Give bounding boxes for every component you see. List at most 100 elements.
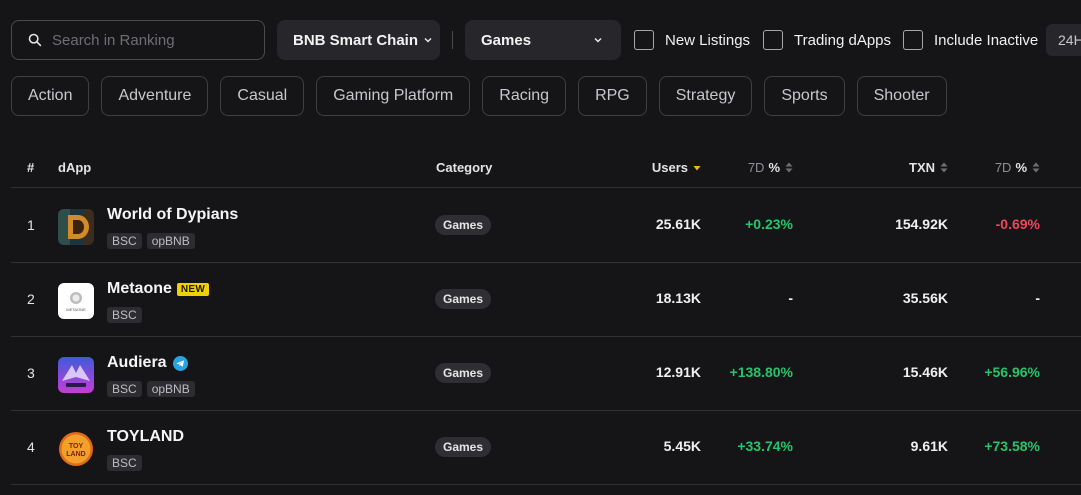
- users-value: 25.61K: [655, 216, 701, 232]
- chain-tags: BSC: [107, 455, 142, 471]
- period-select[interactable]: 24H: [1046, 24, 1081, 56]
- dapp-name-line: Audiera: [107, 354, 188, 372]
- chevron-down-icon: [594, 37, 602, 43]
- txn-value: 9.61K: [910, 438, 948, 454]
- checkbox-box[interactable]: [903, 30, 923, 50]
- header-dapp: dApp: [58, 160, 92, 175]
- ranking-page: BNB Smart Chain Games New Listings Tradi…: [0, 0, 1081, 495]
- category-pill: Games: [435, 363, 492, 383]
- table-header: # dApp Category Users 7D % TXN 7D %: [11, 150, 1081, 188]
- chain-tags: BSC opBNB: [107, 233, 195, 249]
- chip-shooter[interactable]: Shooter: [856, 76, 947, 116]
- users-7d-change: -: [788, 290, 793, 306]
- header-txn-7d[interactable]: 7D %: [995, 160, 1040, 175]
- chain-tags: BSC opBNB: [107, 381, 195, 397]
- new-listings-label: New Listings: [665, 31, 751, 49]
- include-inactive-label: Include Inactive: [934, 31, 1039, 49]
- chip-racing[interactable]: Racing: [482, 76, 567, 116]
- header-txn-7d-pct: %: [1015, 160, 1027, 175]
- filter-divider: [452, 31, 453, 49]
- category-select-label: Games: [481, 31, 532, 49]
- header-users-7d-prefix: 7D: [747, 160, 765, 175]
- sort-desc-icon: [693, 166, 701, 171]
- header-users-7d[interactable]: 7D %: [748, 160, 793, 175]
- metaone-logo-text: METAONE: [66, 307, 86, 312]
- txn-7d-change: -0.69%: [995, 216, 1040, 232]
- header-users[interactable]: Users: [652, 160, 701, 175]
- row-rank: 1: [27, 217, 35, 233]
- dapp-name[interactable]: Metaone: [107, 280, 172, 298]
- chip-casual[interactable]: Casual: [220, 76, 305, 116]
- txn-7d-change: -: [1035, 290, 1040, 306]
- chain-tag: BSC: [107, 455, 142, 471]
- dapp-name-line: World of Dypians: [107, 206, 238, 224]
- users-value: 18.13K: [655, 290, 701, 306]
- period-label: 24H: [1058, 32, 1081, 48]
- users-7d-change: +0.23%: [745, 216, 793, 232]
- chip-strategy[interactable]: Strategy: [658, 76, 753, 116]
- dapp-name-line: TOYLAND: [107, 428, 184, 446]
- table-row[interactable]: 2 METAONE Metaone NEW BSC Games 18.13K -…: [11, 263, 1081, 337]
- new-listings-checkbox[interactable]: New Listings: [634, 30, 750, 50]
- search-input[interactable]: [52, 31, 252, 49]
- search-box[interactable]: [11, 20, 265, 60]
- include-inactive-checkbox[interactable]: Include Inactive: [903, 30, 1038, 50]
- dapp-name[interactable]: TOYLAND: [107, 428, 184, 446]
- chain-tag: BSC: [107, 381, 142, 397]
- table-row[interactable]: 3 Audiera BSC opBNB Games 12.91K +138.80…: [11, 337, 1081, 411]
- toyland-logo: TOY LAND: [58, 431, 94, 467]
- sort-icon: [785, 162, 793, 173]
- category-select[interactable]: Games: [465, 20, 621, 60]
- chain-tag: BSC: [107, 307, 142, 323]
- dapp-name-line: Metaone NEW: [107, 280, 210, 298]
- dapp-name[interactable]: World of Dypians: [107, 206, 238, 224]
- users-7d-change: +33.74%: [737, 438, 793, 454]
- checkbox-box[interactable]: [634, 30, 654, 50]
- sort-icon: [940, 162, 948, 173]
- trading-dapps-checkbox[interactable]: Trading dApps: [763, 30, 891, 50]
- users-7d-change: +138.80%: [729, 364, 793, 380]
- world-of-dypians-logo: [58, 209, 94, 245]
- chain-select[interactable]: BNB Smart Chain: [277, 20, 440, 60]
- category-pill: Games: [435, 215, 492, 235]
- row-rank: 2: [27, 291, 35, 307]
- chain-tag: opBNB: [146, 233, 195, 249]
- trading-dapps-label: Trading dApps: [794, 31, 892, 49]
- txn-value: 15.46K: [902, 364, 948, 380]
- toyland-logo-text-2: LAND: [66, 451, 85, 458]
- chain-tags: BSC: [107, 307, 142, 323]
- header-txn-7d-prefix: 7D: [994, 160, 1012, 175]
- dapp-name[interactable]: Audiera: [107, 354, 167, 372]
- category-pill: Games: [435, 437, 492, 457]
- metaone-logo: METAONE: [58, 283, 94, 319]
- header-users-7d-pct: %: [768, 160, 780, 175]
- sort-icon: [1032, 162, 1040, 173]
- telegram-icon[interactable]: [172, 355, 188, 371]
- users-value: 12.91K: [655, 364, 701, 380]
- row-rank: 4: [27, 439, 35, 455]
- users-value: 5.45K: [663, 438, 701, 454]
- txn-value: 35.56K: [902, 290, 948, 306]
- chain-tag: BSC: [107, 233, 142, 249]
- search-icon: [28, 33, 42, 47]
- txn-7d-change: +73.58%: [984, 438, 1040, 454]
- chip-adventure[interactable]: Adventure: [101, 76, 209, 116]
- txn-value: 154.92K: [895, 216, 948, 232]
- chip-gaming-platform[interactable]: Gaming Platform: [316, 76, 471, 116]
- chain-select-label: BNB Smart Chain: [293, 31, 419, 49]
- header-rank: #: [27, 160, 35, 175]
- chip-sports[interactable]: Sports: [764, 76, 845, 116]
- new-badge: NEW: [176, 282, 210, 296]
- checkbox-box[interactable]: [763, 30, 783, 50]
- header-txn[interactable]: TXN: [909, 160, 948, 175]
- chip-rpg[interactable]: RPG: [578, 76, 647, 116]
- header-users-label: Users: [651, 160, 688, 175]
- table-row[interactable]: 4 TOY LAND TOYLAND BSC Games 5.45K +33.7…: [11, 411, 1081, 485]
- table-row[interactable]: 1 World of Dypians BSC opBNB Games 25.61…: [11, 189, 1081, 263]
- chip-action[interactable]: Action: [11, 76, 90, 116]
- toyland-logo-text-1: TOY: [69, 443, 84, 450]
- txn-7d-change: +56.96%: [984, 364, 1040, 380]
- header-txn-label: TXN: [909, 160, 935, 175]
- chevron-down-icon: [424, 37, 432, 43]
- category-pill: Games: [435, 289, 492, 309]
